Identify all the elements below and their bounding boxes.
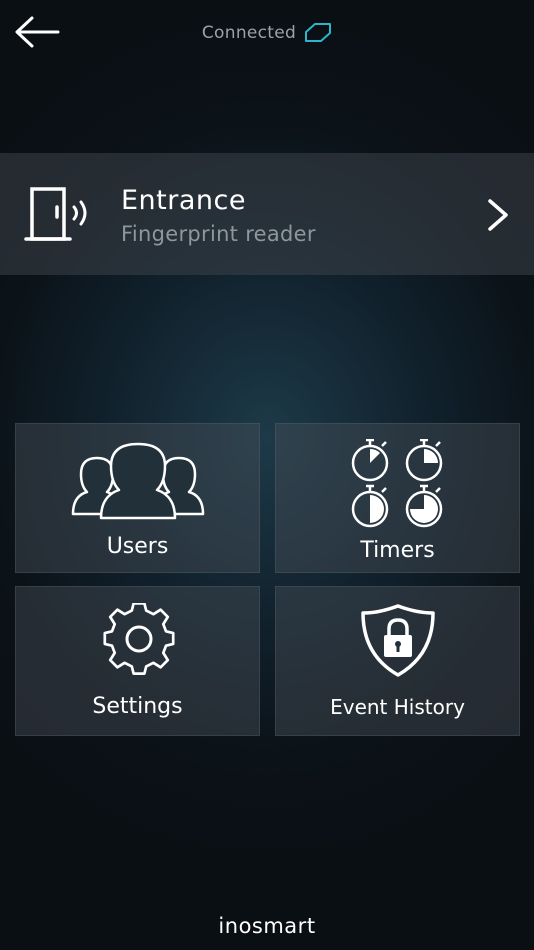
device-name: Entrance (121, 185, 246, 216)
users-tile[interactable]: Users (15, 423, 260, 573)
connection-status: Connected (0, 20, 534, 46)
status-text: Connected (201, 23, 297, 43)
device-type: Fingerprint reader (121, 222, 316, 246)
link-icon (305, 23, 332, 42)
users-icon (71, 442, 205, 520)
timers-label: Timers (360, 538, 435, 563)
event-history-tile[interactable]: Event History (275, 586, 520, 736)
brand-logo: inosmart (218, 914, 316, 938)
gear-icon (103, 603, 175, 675)
chevron-right-icon (488, 199, 508, 231)
device-row-entrance[interactable]: Entrance Fingerprint reader (0, 153, 534, 275)
top-bar: Connected (0, 0, 534, 66)
shield-lock-icon (361, 604, 435, 677)
event-history-label: Event History (330, 695, 465, 719)
device-info: Entrance Fingerprint reader (121, 185, 316, 246)
timers-icon (351, 439, 443, 528)
door-signal-icon (24, 187, 87, 241)
timers-tile[interactable]: Timers (275, 423, 520, 573)
settings-tile[interactable]: Settings (15, 586, 260, 736)
users-label: Users (106, 534, 169, 559)
settings-label: Settings (92, 694, 183, 719)
